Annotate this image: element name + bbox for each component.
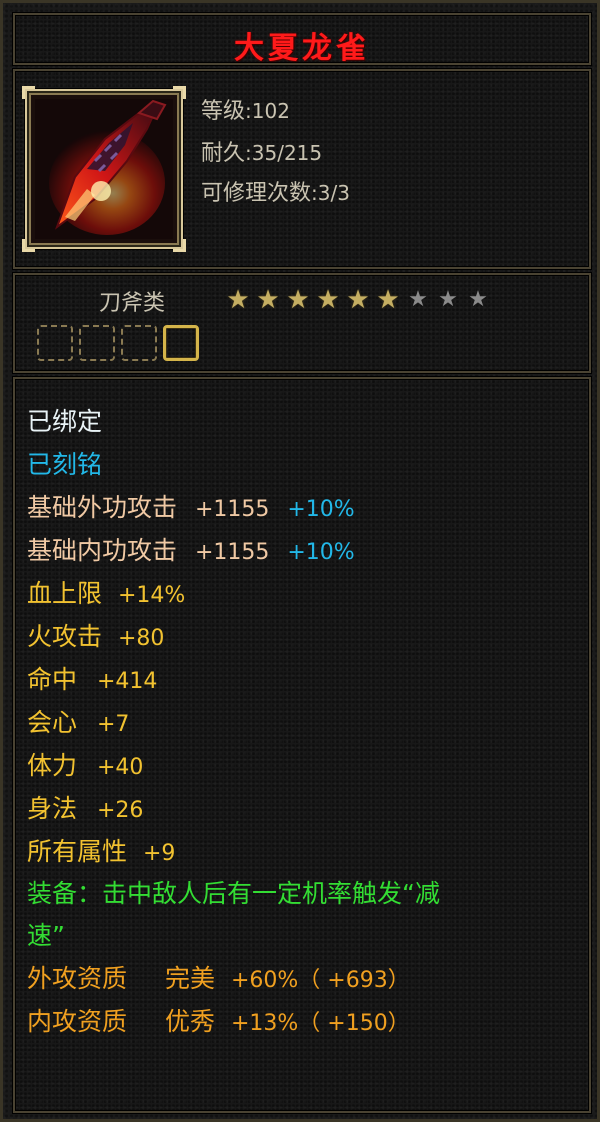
star-rating: ★ ★ ★ ★ ★ ★ ★ ★ ★ [223,287,493,313]
ext-aptitude: 外攻资质 完美 +60%（ +693） [27,964,410,996]
weapon-category: 刀斧类 [99,291,166,316]
fire-attack-label: 火攻击 [27,622,103,651]
stamina-stat: 体力 +40 [27,751,143,783]
int-aptitude: 内攻资质 优秀 +13%（ +150） [27,1007,410,1039]
hp-cap-value: +14% [117,583,186,608]
category-panel: 刀斧类 ★ ★ ★ ★ ★ ★ ★ ★ ★ [13,273,591,373]
repair-value: :3/3 [311,181,350,205]
int-aptitude-grade: 优秀 [164,1007,215,1036]
crit-label: 会心 [27,708,78,737]
base-int-attack: 基础内功攻击 +1155 +10% [27,536,355,568]
crit-stat: 会心 +7 [27,708,129,740]
title-bar: 大夏龙雀 [13,13,591,66]
level-label: 等级 [201,99,246,124]
all-attributes: 所有属性 +9 [27,837,175,869]
ext-aptitude-value: +60%（ +693） [230,968,410,993]
stamina-label: 体力 [27,751,78,780]
star-filled-icon: ★ [346,285,370,315]
gem-socket-active[interactable] [163,325,199,361]
ext-aptitude-grade: 完美 [164,964,215,993]
hit-value: +414 [96,669,158,694]
gem-socket-empty[interactable] [121,325,157,361]
agility-stat: 身法 +26 [27,794,143,826]
all-attr-label: 所有属性 [27,837,128,866]
item-info-panel: 等级:102 耐久:35/215 可修理次数:3/3 [13,69,591,269]
base-ext-attack: 基础外功攻击 +1155 +10% [27,493,355,525]
int-aptitude-value: +13%（ +150） [230,1011,410,1036]
star-filled-icon: ★ [256,285,280,315]
star-filled-icon: ★ [226,285,250,315]
base-ext-attack-value: +1155 [194,497,270,522]
durability-value: :35/215 [245,141,323,165]
star-empty-icon: ★ [408,287,428,312]
crit-value: +7 [96,712,130,737]
base-int-attack-value: +1155 [194,540,270,565]
dragon-blade-icon [35,99,173,239]
gem-socket-empty[interactable] [37,325,73,361]
star-filled-icon: ★ [316,285,340,315]
agility-label: 身法 [27,794,78,823]
fire-attack: 火攻击 +80 [27,622,164,654]
agility-value: +26 [96,798,144,823]
item-tooltip: 大夏龙雀 等级:102 耐久:35/215 可修理次数:3/3 刀斧类 ★ ★ … [0,0,600,1122]
properties-panel: 已绑定 已刻铭 基础外功攻击 +1155 +10% 基础内功攻击 +1155 +… [13,377,591,1113]
int-aptitude-label: 内攻资质 [27,1007,128,1036]
hit-label: 命中 [27,665,78,694]
base-int-attack-bonus: +10% [287,540,355,565]
star-empty-icon: ★ [468,287,488,312]
bound-status: 已绑定 [27,407,103,436]
gem-sockets [37,325,199,361]
item-name: 大夏龙雀 [234,31,370,66]
hit-stat: 命中 +414 [27,665,157,697]
base-ext-attack-bonus: +10% [287,497,355,522]
item-icon-frame[interactable] [22,86,186,252]
equip-effect-line2: 速” [27,921,65,950]
stamina-value: +40 [96,755,144,780]
ext-aptitude-label: 外攻资质 [27,964,128,993]
equip-effect-line1: 装备：击中敌人后有一定机率触发“减 [27,879,440,908]
star-filled-icon: ★ [376,285,400,315]
repair-stat: 可修理次数:3/3 [201,175,350,207]
gem-socket-empty[interactable] [79,325,115,361]
repair-label: 可修理次数 [201,181,312,206]
durability-stat: 耐久:35/215 [201,135,322,167]
level-stat: 等级:102 [201,93,290,125]
base-int-attack-label: 基础内功攻击 [27,536,178,565]
star-filled-icon: ★ [286,285,310,315]
all-attr-value: +9 [142,841,176,866]
hp-cap: 血上限 +14% [27,579,185,611]
level-value: :102 [245,99,290,123]
engraved-status: 已刻铭 [27,450,103,479]
fire-attack-value: +80 [117,626,165,651]
star-empty-icon: ★ [438,287,458,312]
durability-label: 耐久 [201,141,246,166]
hp-cap-label: 血上限 [27,579,103,608]
base-ext-attack-label: 基础外功攻击 [27,493,178,522]
